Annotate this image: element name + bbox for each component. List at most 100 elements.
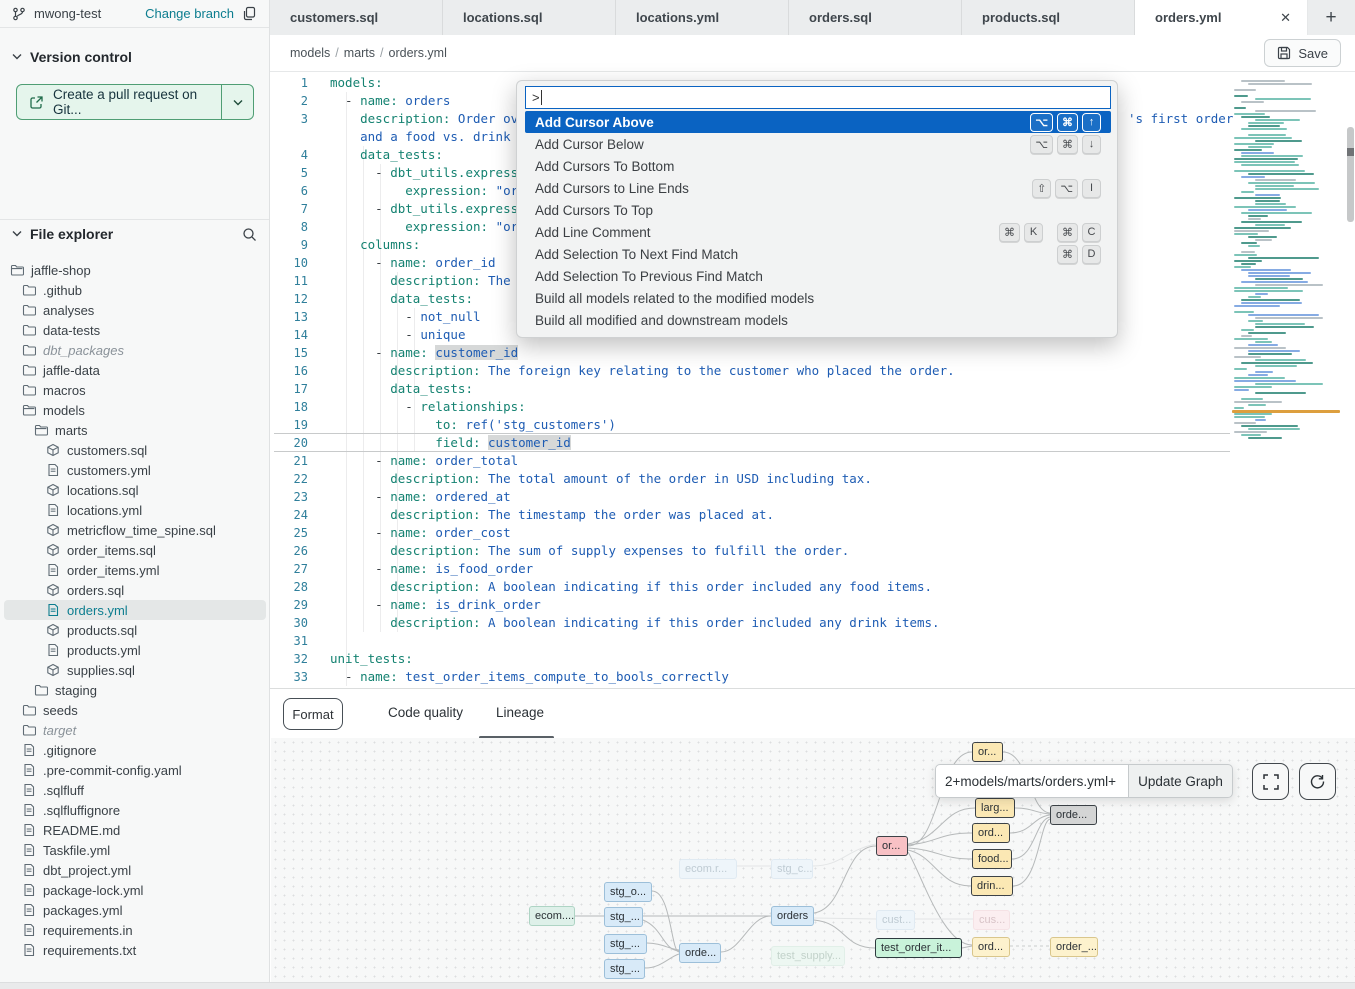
lineage-node-test_supply[interactable]: test_supply... (771, 946, 845, 966)
refresh-button[interactable] (1299, 763, 1336, 800)
close-tab-icon[interactable]: ✕ (1278, 10, 1293, 26)
search-icon[interactable] (242, 227, 257, 242)
create-pull-request-button[interactable]: Create a pull request on Git... (16, 84, 254, 120)
lineage-node-larg[interactable]: larg... (975, 798, 1015, 818)
command-item-6[interactable]: Add Selection To Next Find Match⌘D (525, 243, 1111, 265)
command-item-5[interactable]: Add Line Comment⌘K⌘C (525, 221, 1111, 243)
tree-item-orders.yml[interactable]: orders.yml (4, 600, 266, 620)
tree-item-.sqlfluffignore[interactable]: .sqlfluffignore (4, 800, 266, 820)
tree-item-staging[interactable]: staging (4, 680, 266, 700)
command-item-9[interactable]: Build all modified and downstream models (525, 309, 1111, 331)
tree-item-.github[interactable]: .github (4, 280, 266, 300)
lineage-node-cus[interactable]: cus... (973, 910, 1010, 930)
tree-item-products.sql[interactable]: products.sql (4, 620, 266, 640)
tab-locations.sql[interactable]: locations.sql (443, 0, 616, 35)
minimap-line (1248, 236, 1277, 238)
tree-item-dbt_packages[interactable]: dbt_packages (4, 340, 266, 360)
lineage-node-stg_[interactable]: stg_... (604, 934, 647, 954)
tree-item-supplies.sql[interactable]: supplies.sql (4, 660, 266, 680)
command-item-2[interactable]: Add Cursors To Bottom (525, 155, 1111, 177)
fullscreen-button[interactable] (1252, 763, 1289, 800)
command-palette-input[interactable]: > (525, 86, 1111, 109)
tree-item-customers.sql[interactable]: customers.sql (4, 440, 266, 460)
tree-item-locations.yml[interactable]: locations.yml (4, 500, 266, 520)
copy-icon[interactable] (242, 6, 257, 21)
lineage-node-stg_o[interactable]: stg_o... (604, 882, 652, 902)
tree-item-README.md[interactable]: README.md (4, 820, 266, 840)
tree-item-order_items.yml[interactable]: order_items.yml (4, 560, 266, 580)
tree-item-.gitignore[interactable]: .gitignore (4, 740, 266, 760)
lineage-node-stg_[interactable]: stg_... (604, 959, 645, 979)
tab-orders.sql[interactable]: orders.sql (789, 0, 962, 35)
tree-item-packages.yml[interactable]: packages.yml (4, 900, 266, 920)
lineage-node-or[interactable]: or... (972, 742, 1003, 762)
lineage-filter-input[interactable]: 2+models/marts/orders.yml+ (935, 764, 1129, 798)
lineage-node-drin[interactable]: drin... (971, 876, 1013, 896)
tree-item-models[interactable]: models (4, 400, 266, 420)
update-graph-button[interactable]: Update Graph (1129, 764, 1233, 798)
format-button[interactable]: Format (283, 698, 343, 730)
tab-orders.yml[interactable]: orders.yml✕ (1135, 0, 1308, 35)
tab-locations.yml[interactable]: locations.yml (616, 0, 789, 35)
lineage-node-stg_[interactable]: stg_... (604, 907, 643, 927)
lineage-node-ord[interactable]: ord... (972, 937, 1010, 957)
tree-item-marts[interactable]: marts (4, 420, 266, 440)
tab-lineage[interactable]: Lineage (496, 689, 544, 736)
code-token: name: (390, 561, 428, 576)
command-item-8[interactable]: Build all models related to the modified… (525, 287, 1111, 309)
tree-item-.sqlfluff[interactable]: .sqlfluff (4, 780, 266, 800)
lineage-node-cust[interactable]: cust... (876, 910, 915, 930)
command-item-7[interactable]: Add Selection To Previous Find Match (525, 265, 1111, 287)
lineage-node-test_order_it[interactable]: test_order_it... (875, 938, 962, 958)
command-item-3[interactable]: Add Cursors to Line Ends⇧⌥I (525, 177, 1111, 199)
tree-item-order_items.sql[interactable]: order_items.sql (4, 540, 266, 560)
new-tab-button[interactable]: + (1308, 0, 1354, 35)
tree-item-target[interactable]: target (4, 720, 266, 740)
tree-item-dbt_project.yml[interactable]: dbt_project.yml (4, 860, 266, 880)
command-item-4[interactable]: Add Cursors To Top (525, 199, 1111, 221)
tab-products.sql[interactable]: products.sql (962, 0, 1135, 35)
lineage-node-ord[interactable]: ord... (972, 823, 1010, 843)
create-pull-request-main[interactable]: Create a pull request on Git... (17, 85, 221, 119)
tree-item-orders.sql[interactable]: orders.sql (4, 580, 266, 600)
tree-item-metricflow_time_spine.sql[interactable]: metricflow_time_spine.sql (4, 520, 266, 540)
tab-code-quality[interactable]: Code quality (388, 689, 463, 736)
tree-item-requirements.txt[interactable]: requirements.txt (4, 940, 266, 960)
tree-item-locations.sql[interactable]: locations.sql (4, 480, 266, 500)
lineage-node-or[interactable]: or... (876, 836, 908, 856)
lineage-node-ecom[interactable]: ecom.... (529, 906, 575, 926)
line-number: 9 (278, 236, 308, 254)
tree-item-jaffle-data[interactable]: jaffle-data (4, 360, 266, 380)
tree-item-seeds[interactable]: seeds (4, 700, 266, 720)
tree-item-products.yml[interactable]: products.yml (4, 640, 266, 660)
scrollbar-thumb[interactable] (1347, 182, 1354, 222)
pr-options-caret[interactable] (221, 85, 253, 119)
file-explorer-header[interactable]: File explorer (0, 221, 269, 247)
editor-scrollbar[interactable] (1347, 102, 1354, 682)
tree-item-requirements.in[interactable]: requirements.in (4, 920, 266, 940)
lineage-node-ecomr[interactable]: ecom.r... (679, 859, 737, 879)
lineage-node-stg_c[interactable]: stg_c... (771, 859, 813, 879)
lineage-node-orders[interactable]: orders (771, 906, 814, 926)
command-item-1[interactable]: Add Cursor Below⌥⌘↓ (525, 133, 1111, 155)
lineage-node-food[interactable]: food... (972, 849, 1012, 869)
doc-icon (46, 603, 60, 617)
save-button[interactable]: Save (1264, 39, 1341, 67)
tree-item-jaffle-shop[interactable]: jaffle-shop (4, 260, 266, 280)
tab-customers.sql[interactable]: customers.sql (270, 0, 443, 35)
command-item-0[interactable]: Add Cursor Above⌥⌘↑ (525, 111, 1111, 133)
tree-item-.pre-commit-config.yaml[interactable]: .pre-commit-config.yaml (4, 760, 266, 780)
tree-item-customers.yml[interactable]: customers.yml (4, 460, 266, 480)
tree-item-package-lock.yml[interactable]: package-lock.yml (4, 880, 266, 900)
minimap[interactable] (1232, 80, 1344, 680)
lineage-canvas[interactable]: ecom....stg_o...stg_...stg_...stg_...ord… (271, 738, 1355, 982)
tree-item-analyses[interactable]: analyses (4, 300, 266, 320)
version-control-header[interactable]: Version control (0, 44, 269, 70)
change-branch-link[interactable]: Change branch (145, 6, 234, 21)
tree-item-macros[interactable]: macros (4, 380, 266, 400)
lineage-node-orde[interactable]: orde... (679, 943, 721, 963)
lineage-node-orde[interactable]: orde... (1050, 805, 1097, 825)
tree-item-data-tests[interactable]: data-tests (4, 320, 266, 340)
tree-item-Taskfile.yml[interactable]: Taskfile.yml (4, 840, 266, 860)
lineage-node-order_[interactable]: order_... (1050, 937, 1098, 957)
